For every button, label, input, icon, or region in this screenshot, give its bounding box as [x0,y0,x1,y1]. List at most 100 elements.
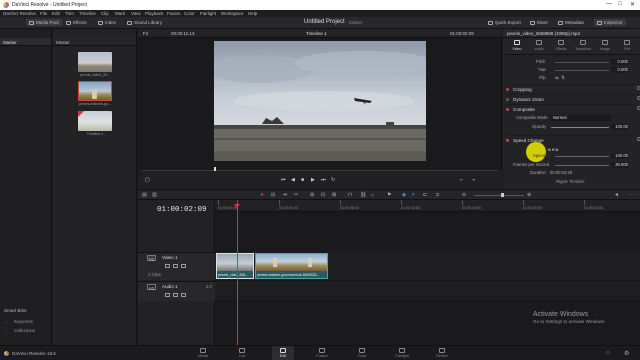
audio-track-lane[interactable] [215,281,640,301]
timeline-timecode[interactable]: 01:00:02:09 [157,206,207,214]
blade-tool-icon[interactable]: ✂ [294,192,298,198]
section-dynamic-zoom[interactable]: Dynamic Zoom [506,94,640,103]
menu-view[interactable]: View [131,11,141,16]
page-fusion[interactable]: Fusion [311,348,333,358]
index-button[interactable]: Index [98,20,116,25]
media-clip-thumb-1[interactable] [78,52,112,72]
timeline-ruler[interactable]: 01:00:00:00 01:00:04:00 01:00:08:00 01:0… [215,200,640,212]
composite-enable-icon[interactable] [506,107,509,111]
audio-mute-icon[interactable] [181,293,186,297]
yaw-slider[interactable] [555,70,609,71]
composite-mode-select[interactable]: Normal [551,115,611,121]
play-icon[interactable]: ▶ [311,177,315,183]
menu-timeline[interactable]: Timeline [79,11,96,16]
opacity-value[interactable]: 100.00 [611,124,629,130]
audio-meter-icon[interactable]: ◄ [614,192,619,198]
yaw-value[interactable]: 0.000 [611,67,629,73]
go-to-end-icon[interactable]: ⏭ [321,177,326,183]
position-lock-icon[interactable]: ⌂ [371,192,374,198]
visibility-track-icon[interactable] [181,264,186,268]
minimize-button[interactable]: — [606,1,612,7]
viewer-timeline-name[interactable]: Timeline 1 [306,31,327,36]
tab-transition[interactable]: Transition [572,40,594,51]
audio-solo-icon[interactable] [173,293,178,297]
tab-audio[interactable]: Audio [528,40,550,51]
menu-file[interactable]: File [40,11,47,16]
smart-bin-collections[interactable]: Collections [14,328,35,333]
viewer-frame[interactable] [214,41,426,161]
menu-clip[interactable]: Clip [101,11,109,16]
video-track-header[interactable]: V1 Video 1 2 Clips [138,252,215,280]
timeline-settings-icon[interactable]: ⋯ [628,192,633,198]
go-to-start-icon[interactable]: ⏮ [281,177,286,183]
flag-icon[interactable]: ⚑ [387,192,391,198]
menu-mark[interactable]: Mark [115,11,125,16]
pitch-value[interactable]: 0.000 [611,59,629,65]
playhead[interactable] [234,200,240,345]
effects-button[interactable]: Effects [66,20,87,25]
maximize-button[interactable]: □ [618,1,622,7]
bin-master[interactable]: Master [0,38,51,46]
page-deliver[interactable]: Deliver [431,348,453,358]
inspector-button[interactable]: Inspector [594,19,626,26]
page-color[interactable]: Color [351,348,373,358]
page-edit[interactable]: Edit [272,346,294,360]
v1-badge[interactable]: V1 [147,255,156,262]
menu-fairlight[interactable]: Fairlight [200,11,216,16]
flip-vertical-icon[interactable]: ⇅ [561,75,565,81]
viewer-scrub-head[interactable] [214,167,216,171]
media-clip-thumb-2[interactable] [78,81,112,101]
tab-image[interactable]: Image [594,40,616,51]
menu-davinci[interactable]: DaVinci Resolve [3,11,36,16]
snapping-icon[interactable]: ⊓ [348,192,352,198]
timeline-layout-icon[interactable]: ▥ [152,192,157,198]
smart-bin-keywords[interactable]: Keywords [14,319,33,324]
tab-file[interactable]: File [616,40,638,51]
media-timeline-thumb[interactable] [78,111,112,131]
frames-value[interactable]: 30.000 [611,162,629,168]
opacity-slider[interactable] [551,127,609,128]
metadata-button[interactable]: Metadata [558,20,584,25]
menu-edit[interactable]: Edit [52,11,60,16]
audio-lock-icon[interactable] [165,293,170,297]
viewer-options-icon[interactable]: ▢ [145,177,150,183]
settings-gear-icon[interactable]: ⚙ [624,350,629,357]
dynamic-zoom-enable-icon[interactable] [506,97,509,101]
cropping-enable-icon[interactable] [506,87,509,91]
audio-track-name[interactable]: Audio 1 [162,284,178,289]
zoom-full-icon[interactable]: ⊏ [423,192,427,198]
section-composite[interactable]: Composite [506,104,640,113]
zoom-detail-icon[interactable]: ⊐ [435,192,439,198]
linked-selection-icon[interactable]: ⛓ [360,192,366,198]
timeline-zoom-in-icon[interactable]: ⊕ [527,192,531,198]
speed-value[interactable]: 100.00 [611,153,629,159]
page-cut[interactable]: Cut [231,348,253,358]
viewer-zoom[interactable]: Fit [143,31,148,36]
flip-horizontal-icon[interactable]: ⇋ [555,75,559,81]
mark-in-icon[interactable]: ⌐ [460,177,463,183]
menu-help[interactable]: Help [248,11,257,16]
mark-out-icon[interactable]: ¬ [472,177,475,183]
menu-workspace[interactable]: Workspace [221,11,243,16]
timeline-zoom-handle[interactable] [501,193,504,197]
tab-effects[interactable]: Effects [550,40,572,51]
timeline-view-options-icon[interactable]: ▤ [142,192,147,198]
pitch-slider[interactable] [555,62,609,63]
sound-library-button[interactable]: Sound Library [127,20,162,25]
replace-clip-icon[interactable]: ⊠ [332,192,336,198]
stop-icon[interactable]: ■ [301,177,304,183]
section-speed-change[interactable]: Speed Change [506,135,640,144]
reverse-play-icon[interactable]: ◀ [291,177,295,183]
a1-badge[interactable]: A1 [147,284,156,291]
expand-collections-icon[interactable]: › [6,328,7,333]
trim-tool-icon[interactable]: ⊟ [271,192,275,198]
speed-change-enable-icon[interactable] [506,138,509,142]
menu-color[interactable]: Color [184,11,195,16]
video-track-name[interactable]: Video 1 [162,255,178,260]
viewer-scrubber[interactable] [142,170,498,171]
media-pool-button[interactable]: Media Pool [26,19,62,26]
marker-dropdown-icon[interactable]: ▾ [412,192,415,198]
mixer-button[interactable]: Mixer [530,20,548,25]
ripple-timeline-checkbox[interactable]: Ripple Timeline [556,179,585,184]
auto-track-icon[interactable] [173,264,178,268]
